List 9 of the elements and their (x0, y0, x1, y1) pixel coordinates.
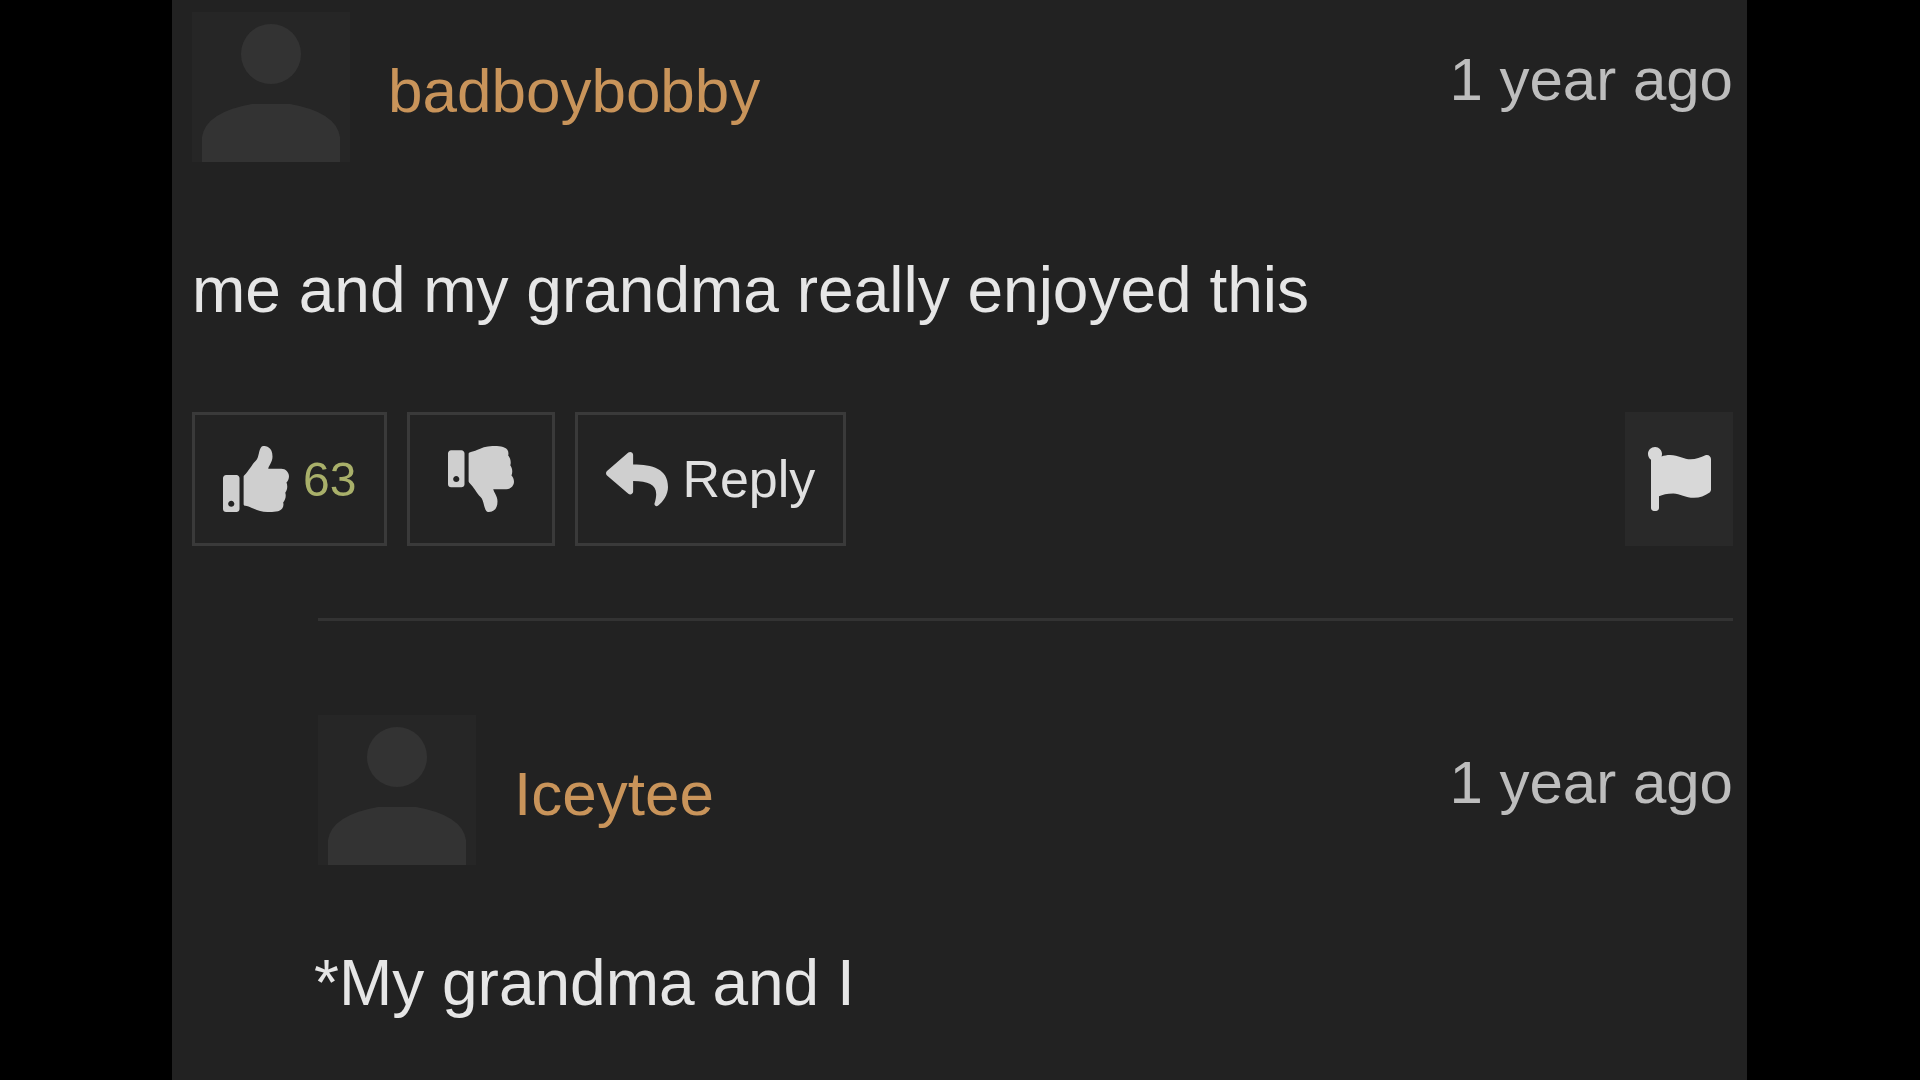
timestamp: 1 year ago (1449, 753, 1733, 813)
timestamp: 1 year ago (1449, 50, 1733, 110)
dislike-button[interactable] (407, 412, 556, 546)
flag-icon (1647, 447, 1711, 511)
reply-button[interactable]: Reply (575, 412, 847, 546)
flag-button[interactable] (1625, 412, 1733, 546)
like-button[interactable]: 63 (192, 412, 388, 546)
thumbs-up-icon (223, 446, 289, 512)
thumbs-down-icon (448, 446, 515, 512)
